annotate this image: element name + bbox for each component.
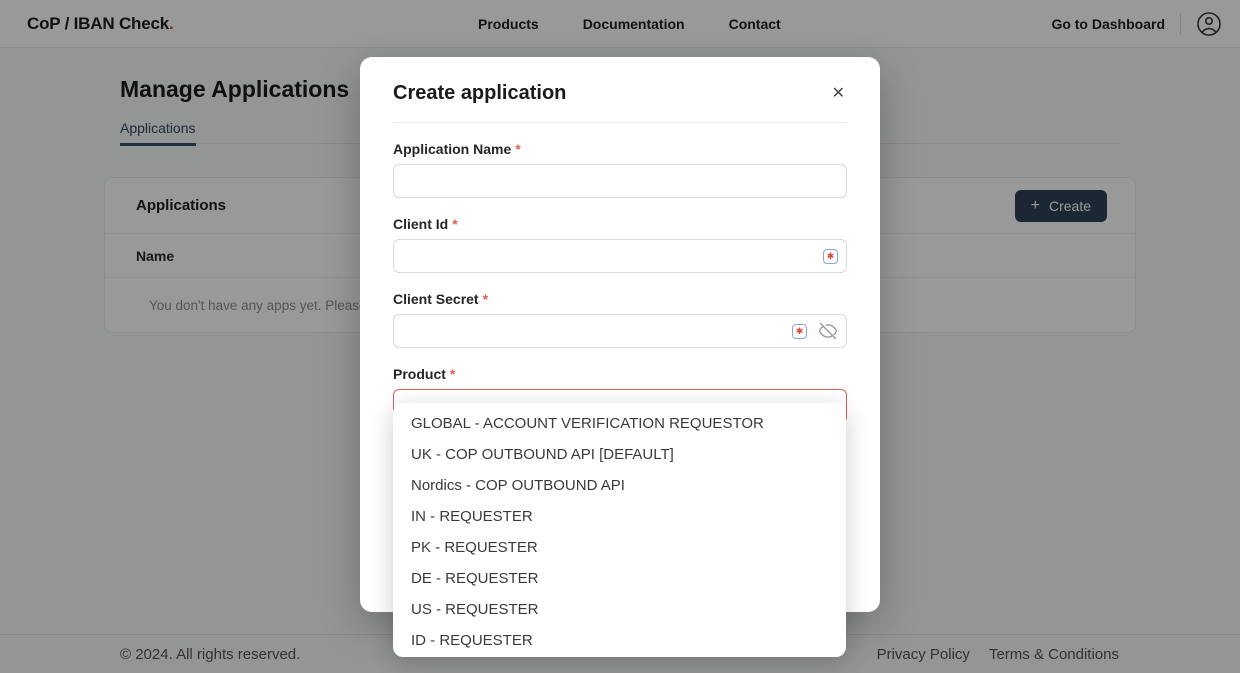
modal-divider (393, 122, 847, 123)
dropdown-option[interactable]: ID - REQUESTER (393, 625, 846, 656)
client-secret-field-wrap: ✱ (393, 314, 847, 348)
close-icon[interactable]: ✕ (830, 84, 847, 104)
dropdown-option[interactable]: PK - REQUESTER (393, 532, 846, 563)
required-asterisk: * (452, 216, 457, 232)
dropdown-option[interactable]: US - REQUESTER (393, 594, 846, 625)
required-asterisk: * (483, 291, 488, 307)
product-label: Product* (393, 366, 847, 382)
required-asterisk: * (515, 141, 520, 157)
client-id-input[interactable] (393, 239, 847, 273)
application-name-field-wrap (393, 164, 847, 198)
required-asterisk: * (450, 366, 455, 382)
password-manager-autofill-icon[interactable]: ✱ (792, 324, 807, 339)
password-manager-autofill-icon[interactable]: ✱ (823, 249, 838, 264)
application-name-input[interactable] (393, 164, 847, 198)
dropdown-option[interactable]: GLOBAL - ACCOUNT VERIFICATION REQUESTOR (393, 408, 846, 439)
client-secret-input[interactable] (393, 314, 847, 348)
eye-off-icon[interactable] (818, 321, 838, 341)
client-id-field-wrap: ✱ (393, 239, 847, 273)
dropdown-option[interactable]: UK - COP OUTBOUND API [DEFAULT] (393, 439, 846, 470)
modal-header: Create application ✕ (393, 57, 847, 105)
modal-title: Create application (393, 82, 566, 105)
product-dropdown-list: GLOBAL - ACCOUNT VERIFICATION REQUESTOR … (393, 403, 846, 657)
client-secret-label: Client Secret* (393, 291, 847, 307)
dropdown-option[interactable]: IN - REQUESTER (393, 501, 846, 532)
dropdown-option[interactable]: Nordics - COP OUTBOUND API (393, 470, 846, 501)
dropdown-option[interactable]: DE - REQUESTER (393, 563, 846, 594)
application-name-label: Application Name* (393, 141, 847, 157)
client-id-label: Client Id* (393, 216, 847, 232)
